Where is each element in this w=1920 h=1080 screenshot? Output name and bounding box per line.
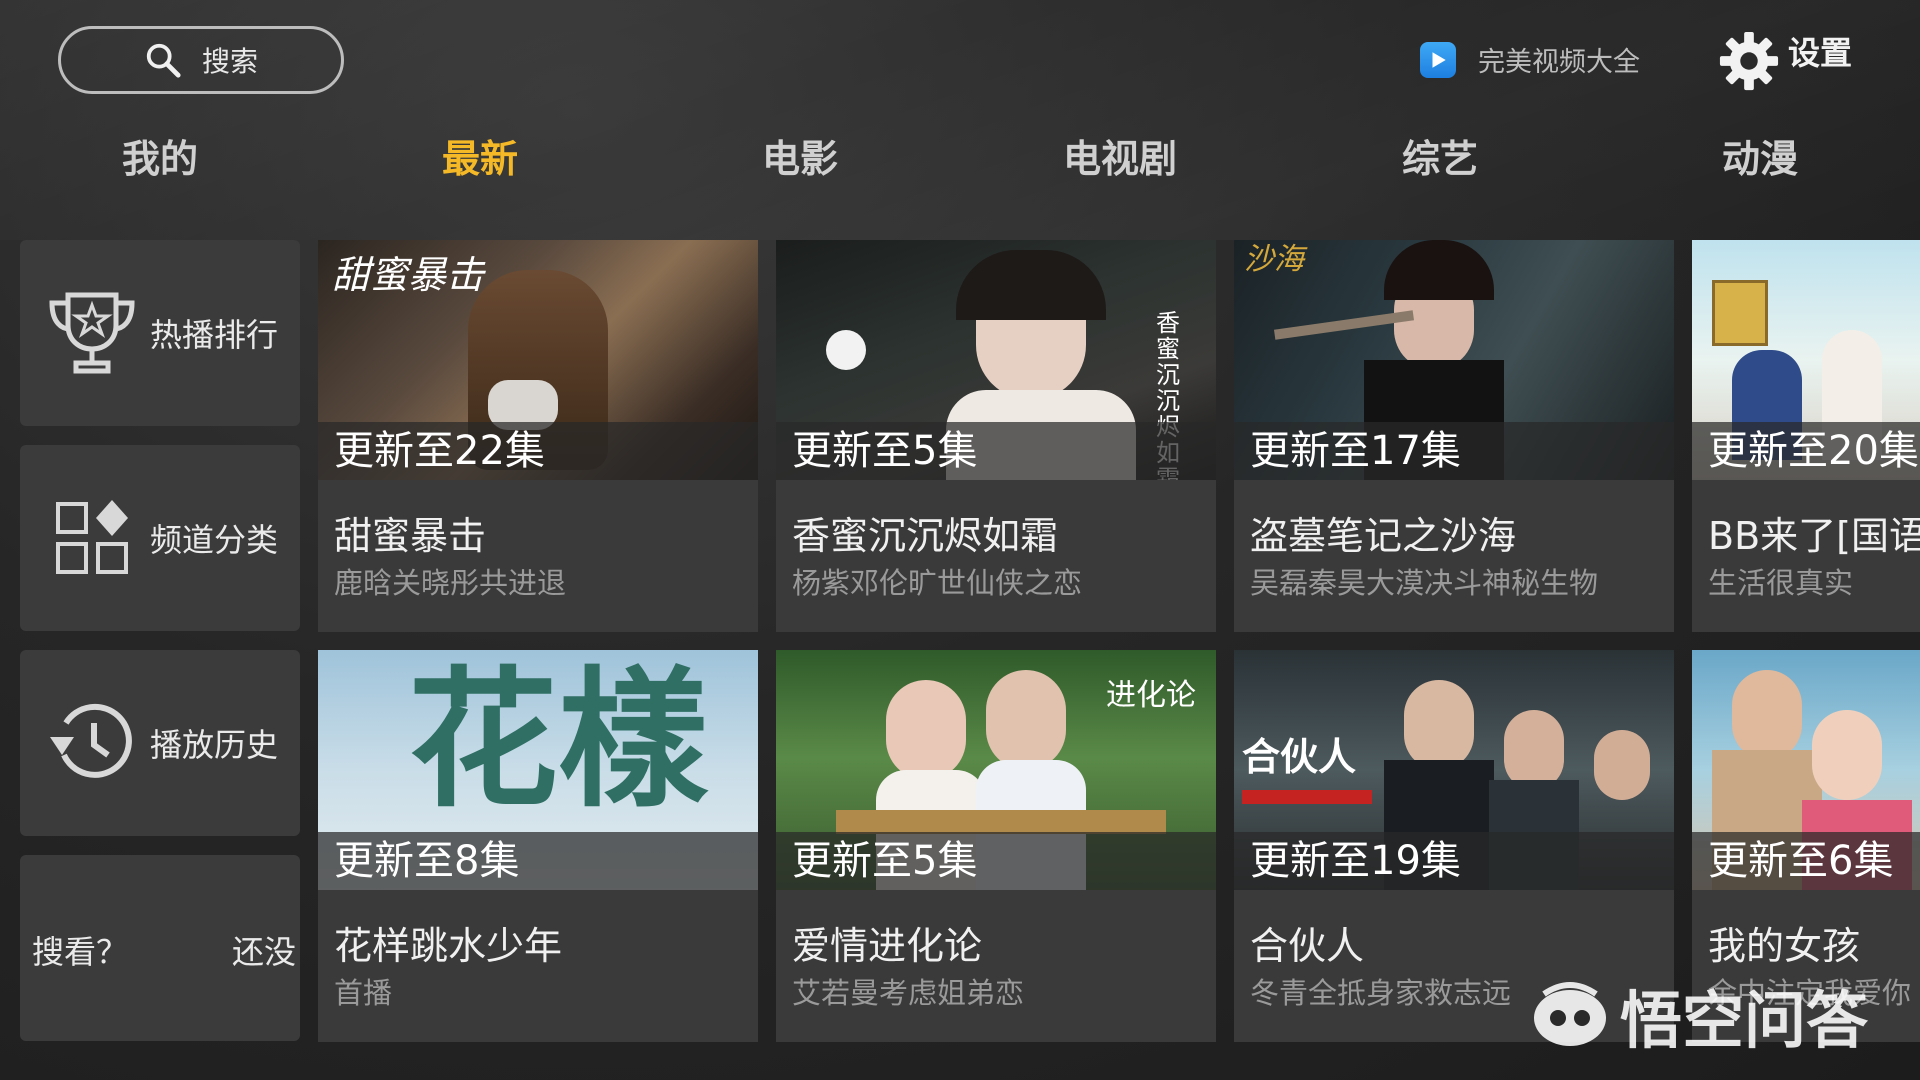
sidebar-item-hot-ranking[interactable]: 热播排行 (20, 240, 300, 426)
history-icon (50, 703, 132, 778)
poster-red-banner (1242, 790, 1372, 804)
episode-badge: 更新至5集 (776, 832, 1216, 890)
video-thumbnail: 花樣 更新至8集 (318, 650, 758, 890)
watermark: 悟空问答 (1530, 970, 1868, 1060)
play-logo-icon (1420, 41, 1456, 78)
marquee-left-text: 搜看？ (32, 933, 129, 971)
episode-badge: 更新至17集 (1234, 422, 1674, 480)
episode-badge: 更新至19集 (1234, 832, 1674, 890)
wukong-logo-icon (1534, 982, 1606, 1046)
video-thumbnail: 更新至6集 (1692, 650, 1920, 890)
video-card-aiqing-jinhualun[interactable]: 进化论 更新至5集 爱情进化论 艾若曼考虑姐弟恋 (776, 650, 1216, 1042)
video-thumbnail: 香蜜沉沉烬如霜 更新至5集 (776, 240, 1216, 480)
brand: 完美视频大全 (1420, 40, 1640, 79)
video-subtitle: 艾若曼考虑姐弟恋 (792, 976, 1025, 1010)
poster-title-text: 甜蜜暴击 (332, 253, 485, 297)
grid-icon (56, 500, 128, 574)
brand-name: 完美视频大全 (1478, 47, 1640, 78)
sidebar-item-channel-category[interactable]: 频道分类 (20, 445, 300, 631)
tab-mine[interactable]: 我的 (122, 128, 198, 183)
marquee-right-text: 还没 (232, 933, 297, 971)
video-title: 我的女孩 (1708, 924, 1861, 968)
episode-badge: 更新至22集 (318, 422, 758, 480)
video-thumbnail: 更新至20集 (1692, 240, 1920, 480)
search-button[interactable]: 搜索 (58, 26, 344, 94)
video-thumbnail: 进化论 更新至5集 (776, 650, 1216, 890)
poster-title-text: 沙海 (1244, 242, 1304, 277)
video-card-huayang[interactable]: 花樣 更新至8集 花样跳水少年 首播 (318, 650, 758, 1042)
video-card-tianmi-baoji[interactable]: 甜蜜暴击 更新至22集 甜蜜暴击 鹿晗关晓彤共进退 (318, 240, 758, 632)
video-title: 甜蜜暴击 (334, 514, 487, 558)
video-subtitle: 吴磊秦昊大漠决斗神秘生物 (1250, 566, 1599, 600)
tab-variety[interactable]: 综艺 (1402, 128, 1478, 183)
search-icon (146, 43, 181, 78)
video-subtitle: 杨紫邓伦旷世仙侠之恋 (792, 566, 1083, 600)
video-title: 香蜜沉沉烬如霜 (792, 514, 1059, 558)
poster-title-text: 合伙人 (1242, 735, 1357, 779)
episode-badge: 更新至6集 (1692, 832, 1920, 890)
video-thumbnail: 甜蜜暴击 更新至22集 (318, 240, 758, 480)
video-subtitle: 首播 (334, 976, 393, 1010)
sidebar-search-marquee[interactable]: 搜看？ 还没 (20, 855, 300, 1041)
search-label: 搜索 (201, 45, 258, 78)
video-card-xiangmi[interactable]: 香蜜沉沉烬如霜 更新至5集 香蜜沉沉烬如霜 杨紫邓伦旷世仙侠之恋 (776, 240, 1216, 632)
poster-title-text: 进化论 (1106, 678, 1196, 713)
video-title: 爱情进化论 (792, 924, 983, 968)
episode-badge: 更新至8集 (318, 832, 758, 890)
video-subtitle: 冬青全抵身家救志远 (1250, 976, 1512, 1010)
video-title: 合伙人 (1250, 924, 1365, 968)
episode-badge: 更新至20集 (1692, 422, 1920, 480)
tab-latest[interactable]: 最新 (442, 128, 518, 183)
tab-anime[interactable]: 动漫 (1722, 128, 1798, 183)
marquee-text: 搜看？ 还没 (20, 855, 300, 1041)
video-card-shahai[interactable]: 沙海 更新至17集 盗墓笔记之沙海 吴磊秦昊大漠决斗神秘生物 (1234, 240, 1674, 632)
gear-icon (1719, 31, 1779, 91)
settings-label: 设置 (1788, 34, 1853, 72)
category-tabs: 我的 最新 电影 电视剧 综艺 动漫 (0, 128, 1920, 188)
tab-tv-series[interactable]: 电视剧 (1063, 128, 1177, 183)
poster-title-text: 花樣 (408, 652, 709, 828)
video-subtitle: 鹿晗关晓彤共进退 (334, 566, 567, 600)
trophy-icon (49, 292, 135, 374)
video-title: BB来了[国语] (1708, 514, 1920, 558)
video-card-bb-laile[interactable]: 更新至20集 BB来了[国语] 生活很真实 (1692, 240, 1920, 632)
video-title: 花样跳水少年 (334, 924, 563, 968)
settings-button[interactable]: 设置 (1718, 28, 1852, 92)
video-title: 盗墓笔记之沙海 (1250, 514, 1517, 558)
video-thumbnail: 合伙人 更新至19集 (1234, 650, 1674, 890)
watermark-text: 悟空问答 (1620, 984, 1869, 1057)
sidebar-label-hot-ranking: 热播排行 (150, 316, 279, 354)
tab-movies[interactable]: 电影 (762, 128, 838, 183)
sidebar-item-play-history[interactable]: 播放历史 (20, 650, 300, 836)
sidebar-label-channel-category: 频道分类 (150, 521, 279, 559)
video-subtitle: 生活很真实 (1708, 566, 1854, 600)
episode-badge: 更新至5集 (776, 422, 1216, 480)
video-thumbnail: 沙海 更新至17集 (1234, 240, 1674, 480)
sidebar-label-play-history: 播放历史 (150, 726, 279, 764)
